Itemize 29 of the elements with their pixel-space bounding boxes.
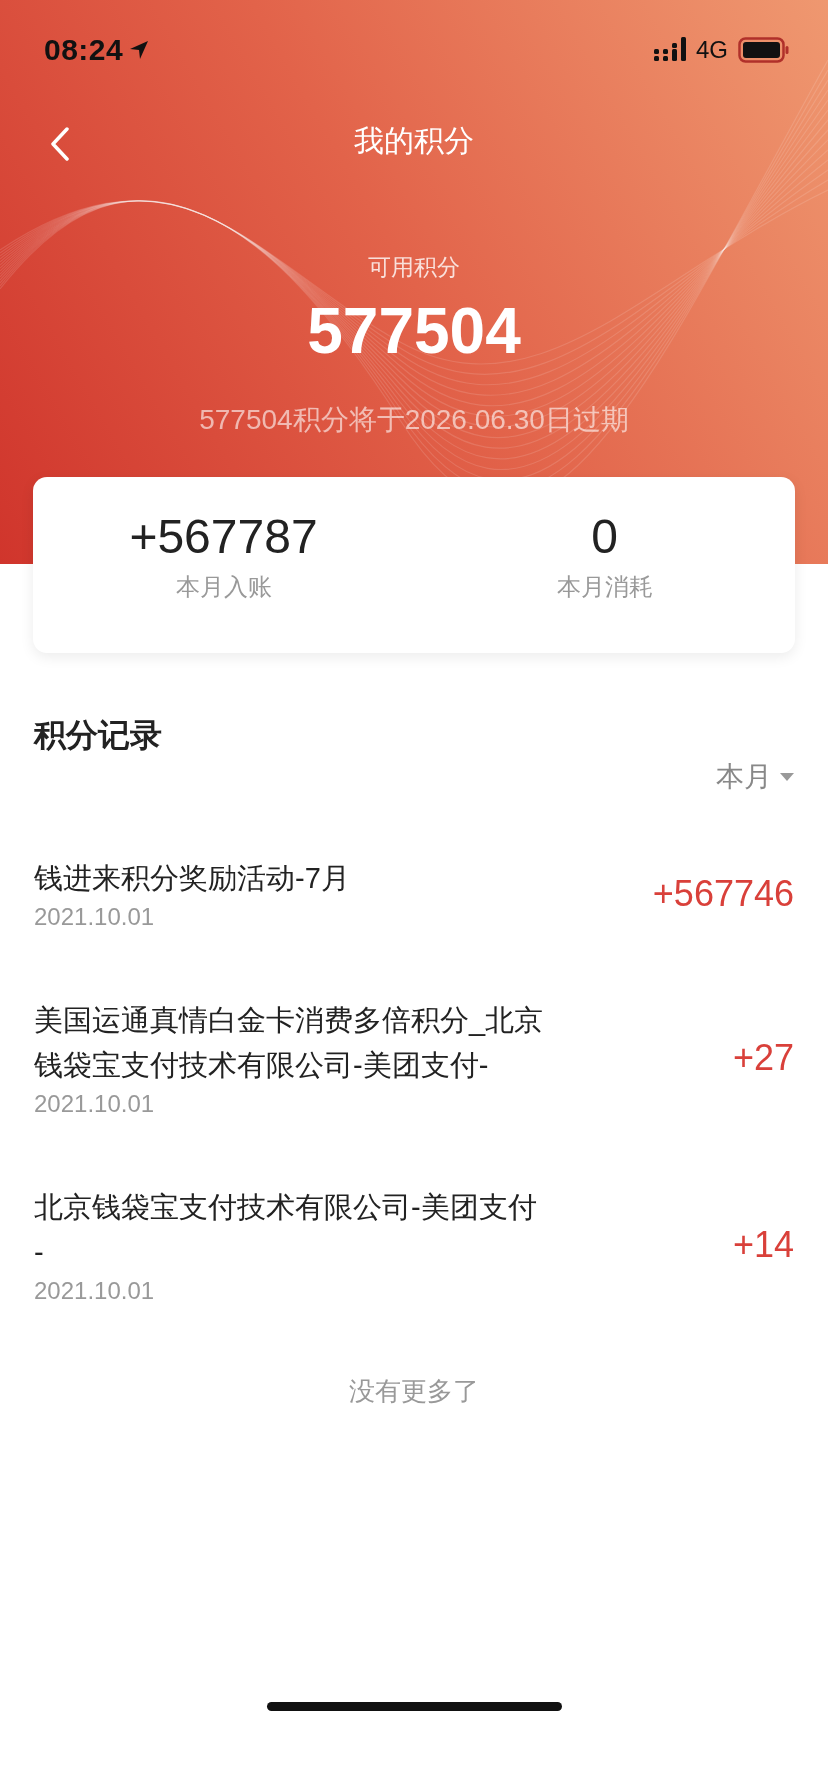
record-row[interactable]: 钱进来积分奖励活动-7月 2021.10.01 +567746 xyxy=(34,818,794,960)
battery-icon xyxy=(738,37,790,63)
record-title: 北京钱袋宝支付技术有限公司-美团支付 - xyxy=(34,1190,537,1270)
section-title: 积分记录 xyxy=(34,716,163,755)
signal-icon xyxy=(654,37,688,63)
record-amount: +567746 xyxy=(652,872,794,915)
balance-label: 可用积分 xyxy=(368,253,460,282)
balance-value: 577504 xyxy=(307,294,521,369)
end-of-list-note: 没有更多了 xyxy=(349,1375,479,1408)
stat-value: +567787 xyxy=(129,509,318,565)
network-label: 4G xyxy=(696,36,728,64)
status-time: 08:24 xyxy=(44,33,124,67)
page-title: 我的积分 xyxy=(354,122,474,159)
record-date: 2021.10.01 xyxy=(34,1277,156,1305)
record-date: 2021.10.01 xyxy=(34,903,156,931)
caret-icon xyxy=(780,773,794,781)
record-amount: +27 xyxy=(732,1037,794,1079)
record-row[interactable]: 北京钱袋宝支付技术有限公司-美团支付 - 2021.10.01 +14 xyxy=(34,1147,794,1334)
period-filter[interactable]: 本月 xyxy=(716,758,794,796)
record-row[interactable]: 美国运通真情白金卡消费多倍积分_北京 钱袋宝支付技术有限公司-美团支付- 2021.10.01 +27 xyxy=(34,960,794,1147)
expiry-note: 577504积分将于2026.06.30日过期 xyxy=(199,403,629,437)
record-title: 钱进来积分奖励活动-7月 xyxy=(34,861,350,896)
stat-value: 0 xyxy=(591,509,618,565)
stat-label: 本月入账 xyxy=(175,572,272,602)
record-date: 2021.10.01 xyxy=(34,1090,156,1118)
stat-label: 本月消耗 xyxy=(556,572,653,602)
record-title: 美国运通真情白金卡消费多倍积分_北京 钱袋宝支付技术有限公司-美团支付- xyxy=(34,1003,544,1083)
record-amount: +14 xyxy=(732,1224,794,1266)
location-arrow-icon xyxy=(129,40,150,60)
